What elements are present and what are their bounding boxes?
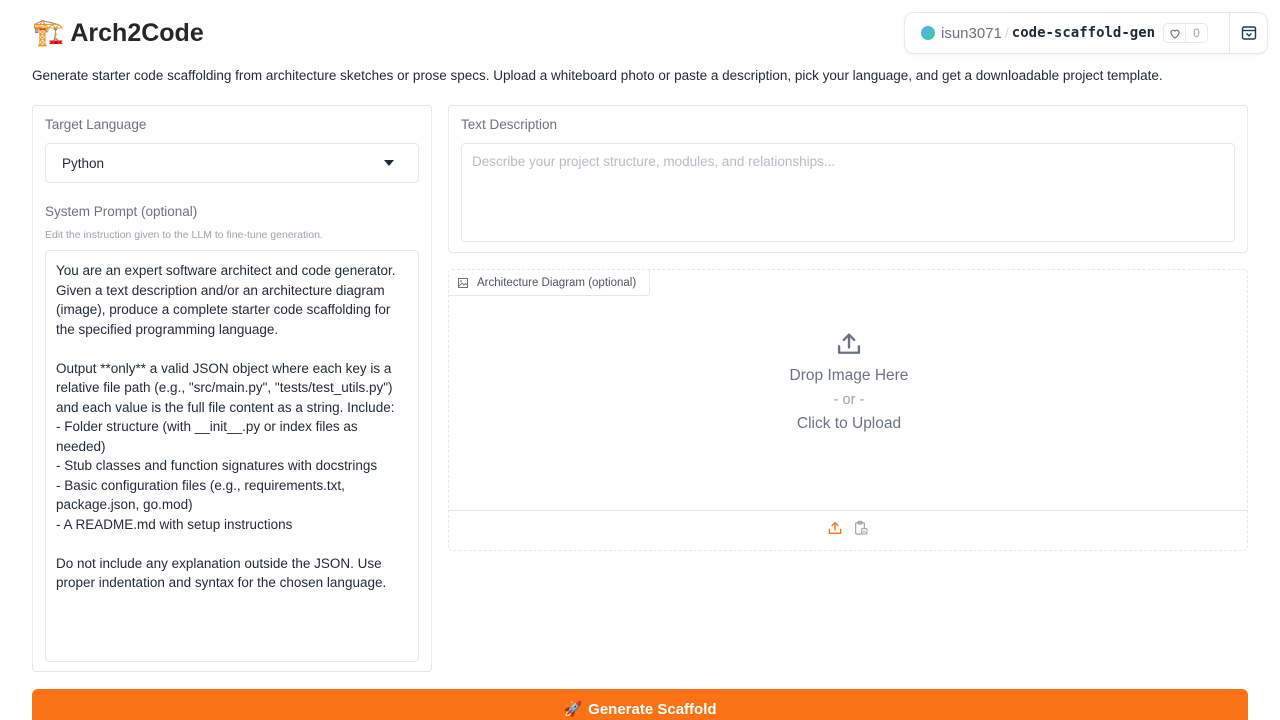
drop-image-text: Drop Image Here bbox=[789, 367, 909, 384]
settings-panel: Target Language Python System Prompt (op… bbox=[32, 105, 432, 672]
upload-icon bbox=[837, 333, 861, 354]
image-icon bbox=[458, 277, 468, 288]
language-dropdown[interactable]: Python bbox=[45, 143, 419, 183]
system-prompt-label: System Prompt (optional) bbox=[45, 204, 198, 219]
window-collapse-icon bbox=[1241, 26, 1256, 40]
text-description-placeholder: Describe your project structure, modules… bbox=[472, 154, 836, 169]
page-title: Arch2Code bbox=[70, 18, 204, 47]
caret-down-icon bbox=[384, 160, 394, 166]
image-drop-zone[interactable]: Drop Image Here - or - Click to Upload bbox=[449, 330, 1249, 436]
system-prompt-info: Edit the instruction given to the LLM to… bbox=[45, 229, 323, 241]
language-label: Target Language bbox=[45, 117, 147, 132]
space-link[interactable]: isun3071 / code-scaffold-gen 0 bbox=[905, 13, 1229, 53]
drop-or-text: - or - bbox=[833, 392, 865, 408]
app-header: 🏗️ Arch2Code bbox=[32, 16, 204, 50]
generate-scaffold-button[interactable]: 🚀 Generate Scaffold bbox=[32, 689, 1248, 720]
image-source-bar bbox=[449, 510, 1247, 550]
upload-source-button[interactable] bbox=[827, 520, 843, 541]
heart-icon bbox=[1164, 24, 1187, 42]
space-separator: / bbox=[1004, 25, 1009, 41]
system-prompt-textarea[interactable]: You are an expert software architect and… bbox=[45, 250, 419, 662]
space-avatar-icon bbox=[921, 26, 935, 40]
generate-scaffold-label: Generate Scaffold bbox=[588, 700, 717, 718]
rocket-icon: 🚀 bbox=[563, 700, 583, 718]
text-description-input[interactable]: Describe your project structure, modules… bbox=[461, 143, 1235, 242]
space-badge: isun3071 / code-scaffold-gen 0 bbox=[904, 12, 1268, 54]
clipboard-source-button[interactable] bbox=[853, 520, 869, 541]
clipboard-icon bbox=[855, 520, 868, 535]
like-count: 0 bbox=[1193, 26, 1200, 40]
space-repo[interactable]: code-scaffold-gen bbox=[1012, 25, 1155, 41]
collapse-header-button[interactable] bbox=[1229, 13, 1267, 53]
image-upload-label-text: Architecture Diagram (optional) bbox=[477, 276, 637, 289]
click-upload-text: Click to Upload bbox=[796, 415, 902, 432]
space-user[interactable]: isun3071 bbox=[941, 25, 1002, 42]
app-description: Generate starter code scaffolding from a… bbox=[32, 68, 1163, 83]
like-button[interactable]: 0 bbox=[1163, 23, 1208, 43]
text-description-panel: Text Description Describe your project s… bbox=[448, 105, 1248, 253]
crane-icon: 🏗️ bbox=[32, 18, 65, 48]
text-description-label: Text Description bbox=[461, 117, 558, 132]
upload-source-icon bbox=[828, 522, 842, 534]
language-selected: Python bbox=[62, 155, 105, 171]
image-upload-panel[interactable]: Architecture Diagram (optional) Drop Ima… bbox=[448, 269, 1248, 551]
image-upload-label: Architecture Diagram (optional) bbox=[449, 270, 650, 296]
